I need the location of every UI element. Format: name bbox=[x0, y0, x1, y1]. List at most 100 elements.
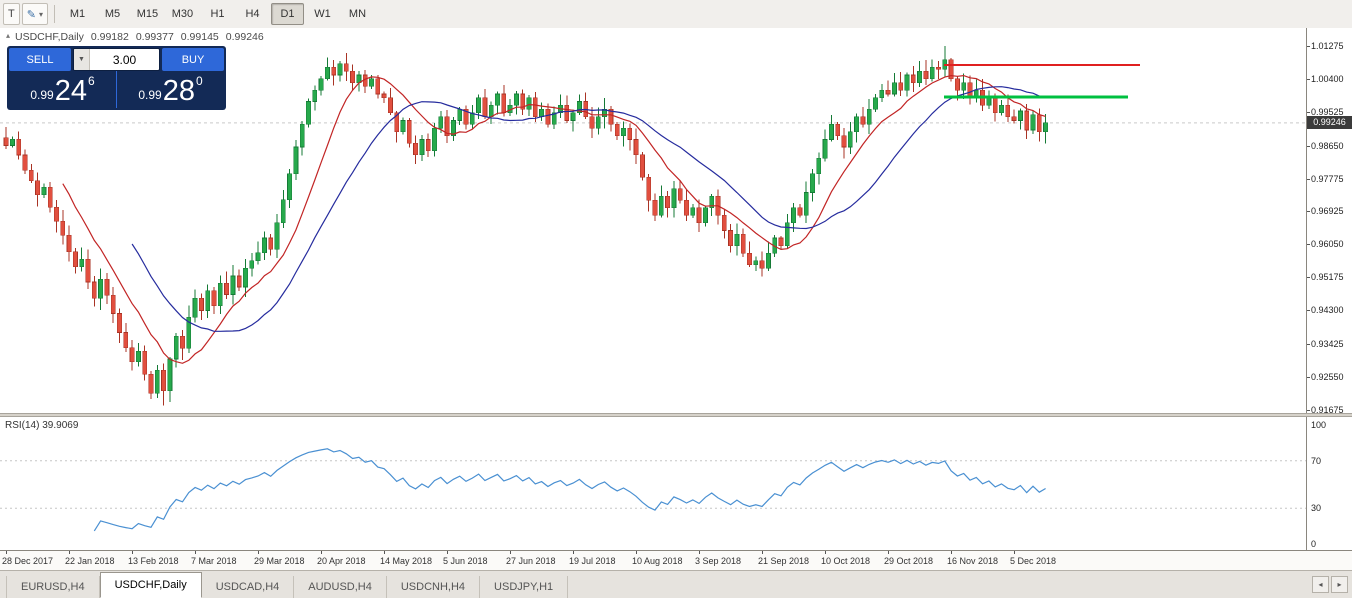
date-label: 29 Mar 2018 bbox=[254, 556, 305, 566]
ohlc-low: 0.99145 bbox=[181, 31, 219, 43]
price-scale-tick bbox=[1307, 79, 1310, 80]
date-axis[interactable]: 28 Dec 201722 Jan 201813 Feb 20187 Mar 2… bbox=[0, 550, 1352, 570]
price-scale-tick bbox=[1307, 344, 1310, 345]
tab-usdjpy-h1[interactable]: USDJPY,H1 bbox=[480, 576, 568, 598]
date-axis-tick bbox=[6, 551, 7, 554]
price-scale-tick bbox=[1307, 112, 1310, 113]
date-label: 14 May 2018 bbox=[380, 556, 432, 566]
date-axis-tick bbox=[636, 551, 637, 554]
ohlc-high: 0.99377 bbox=[136, 31, 174, 43]
date-label: 5 Dec 2018 bbox=[1010, 556, 1056, 566]
sell-price-big: 24 bbox=[55, 77, 87, 106]
date-label: 29 Oct 2018 bbox=[884, 556, 933, 566]
main-chart-pane: ▴ USDCHF,Daily 0.99182 0.99377 0.99145 0… bbox=[0, 28, 1352, 413]
timeframe-m15-button[interactable]: M15 bbox=[131, 3, 164, 25]
toolbar-separator bbox=[54, 5, 55, 23]
rsi-pane: RSI(14) 39.9069 10070300 bbox=[0, 417, 1352, 550]
chart-type-button[interactable]: T bbox=[3, 3, 20, 25]
date-axis-tick bbox=[762, 551, 763, 554]
price-scale-label: 1.01275 bbox=[1311, 41, 1344, 51]
toolbar: T ✎ ▾ M1 M5 M15 M30 H1 H4 D1 W1 MN bbox=[0, 0, 1352, 29]
tab-usdcad-h4[interactable]: USDCAD,H4 bbox=[202, 576, 295, 598]
date-axis-tick bbox=[447, 551, 448, 554]
collapse-icon: ▴ bbox=[6, 31, 10, 43]
tab-scroll-left-icon[interactable]: ◂ bbox=[1312, 576, 1329, 593]
date-axis-tick bbox=[825, 551, 826, 554]
draw-tools-button[interactable]: ✎ ▾ bbox=[22, 3, 48, 25]
date-axis-tick bbox=[951, 551, 952, 554]
timeframe-m30-button[interactable]: M30 bbox=[166, 3, 199, 25]
ohlc-close: 0.99246 bbox=[226, 31, 264, 43]
price-scale-tick bbox=[1307, 377, 1310, 378]
chart-symbol-label: USDCHF,Daily bbox=[15, 31, 84, 43]
tab-scroll-arrows: ◂ ▸ bbox=[1312, 576, 1348, 593]
candlestick-chart[interactable]: ▴ USDCHF,Daily 0.99182 0.99377 0.99145 0… bbox=[0, 28, 1307, 413]
price-scale-tick bbox=[1307, 146, 1310, 147]
sell-price-prefix: 0.99 bbox=[30, 88, 53, 102]
date-label: 5 Jun 2018 bbox=[443, 556, 488, 566]
buy-price-big: 28 bbox=[163, 77, 195, 106]
price-scale-tick bbox=[1307, 277, 1310, 278]
tab-usdcnh-h4[interactable]: USDCNH,H4 bbox=[387, 576, 480, 598]
text-tool-icon: T bbox=[8, 8, 15, 20]
timeframe-m5-button[interactable]: M5 bbox=[96, 3, 129, 25]
date-axis-tick bbox=[195, 551, 196, 554]
date-axis-tick bbox=[699, 551, 700, 554]
rsi-scale-label: 100 bbox=[1311, 420, 1326, 430]
date-label: 13 Feb 2018 bbox=[128, 556, 179, 566]
buy-price[interactable]: 0.99 28 0 bbox=[117, 71, 224, 108]
rsi-scale[interactable]: 10070300 bbox=[1307, 417, 1352, 550]
date-axis-tick bbox=[1014, 551, 1015, 554]
sell-button[interactable]: SELL bbox=[9, 48, 71, 71]
chart-ohlc-header: ▴ USDCHF,Daily 0.99182 0.99377 0.99145 0… bbox=[6, 31, 264, 43]
price-scale-label: 0.94300 bbox=[1311, 305, 1344, 315]
price-scale-tick bbox=[1307, 244, 1310, 245]
timeframe-w1-button[interactable]: W1 bbox=[306, 3, 339, 25]
buy-button[interactable]: BUY bbox=[162, 48, 224, 71]
timeframe-h4-button[interactable]: H4 bbox=[236, 3, 269, 25]
price-scale-label: 0.93425 bbox=[1311, 339, 1344, 349]
rsi-chart[interactable]: RSI(14) 39.9069 bbox=[0, 417, 1307, 550]
date-label: 10 Aug 2018 bbox=[632, 556, 683, 566]
volume-dropdown-icon[interactable]: ▼ bbox=[74, 49, 90, 70]
price-scale-tick bbox=[1307, 46, 1310, 47]
tab-audusd-h4[interactable]: AUDUSD,H4 bbox=[294, 576, 387, 598]
price-scale[interactable]: 1.012751.004000.995250.986500.977750.969… bbox=[1307, 28, 1352, 413]
tab-scroll-right-icon[interactable]: ▸ bbox=[1331, 576, 1348, 593]
date-axis-tick bbox=[321, 551, 322, 554]
chevron-down-icon: ▾ bbox=[39, 10, 43, 19]
rsi-scale-label: 30 bbox=[1311, 503, 1321, 513]
price-scale-tick bbox=[1307, 410, 1310, 411]
date-axis-tick bbox=[258, 551, 259, 554]
buy-price-prefix: 0.99 bbox=[138, 88, 161, 102]
date-label: 7 Mar 2018 bbox=[191, 556, 237, 566]
tab-eurusd-h4[interactable]: EURUSD,H4 bbox=[6, 576, 100, 598]
price-scale-label: 0.97775 bbox=[1311, 174, 1344, 184]
buy-price-sup: 0 bbox=[196, 74, 203, 88]
timeframe-m1-button[interactable]: M1 bbox=[61, 3, 94, 25]
price-scale-label: 0.96925 bbox=[1311, 206, 1344, 216]
date-axis-tick bbox=[69, 551, 70, 554]
timeframe-d1-button[interactable]: D1 bbox=[271, 3, 304, 25]
date-axis-tick bbox=[573, 551, 574, 554]
volume-field[interactable]: ▼ 3.00 bbox=[73, 48, 160, 71]
current-price-badge: 0.99246 bbox=[1307, 116, 1352, 129]
price-scale-label: 1.00400 bbox=[1311, 74, 1344, 84]
price-scale-tick bbox=[1307, 310, 1310, 311]
timeframe-mn-button[interactable]: MN bbox=[341, 3, 374, 25]
price-scale-tick bbox=[1307, 211, 1310, 212]
timeframe-h1-button[interactable]: H1 bbox=[201, 3, 234, 25]
date-label: 16 Nov 2018 bbox=[947, 556, 998, 566]
tab-usdchf-daily[interactable]: USDCHF,Daily bbox=[100, 572, 202, 598]
mt4-window: { "icons": { "tool_t": "T", "pencil": "✎… bbox=[0, 0, 1352, 598]
volume-value[interactable]: 3.00 bbox=[90, 49, 159, 70]
rsi-scale-label: 0 bbox=[1311, 539, 1316, 549]
ohlc-open: 0.99182 bbox=[91, 31, 129, 43]
date-label: 21 Sep 2018 bbox=[758, 556, 809, 566]
sell-price[interactable]: 0.99 24 6 bbox=[9, 71, 117, 108]
date-axis-tick bbox=[510, 551, 511, 554]
price-scale-label: 0.98650 bbox=[1311, 141, 1344, 151]
rsi-indicator-label: RSI(14) 39.9069 bbox=[5, 420, 78, 431]
date-label: 20 Apr 2018 bbox=[317, 556, 366, 566]
date-label: 10 Oct 2018 bbox=[821, 556, 870, 566]
